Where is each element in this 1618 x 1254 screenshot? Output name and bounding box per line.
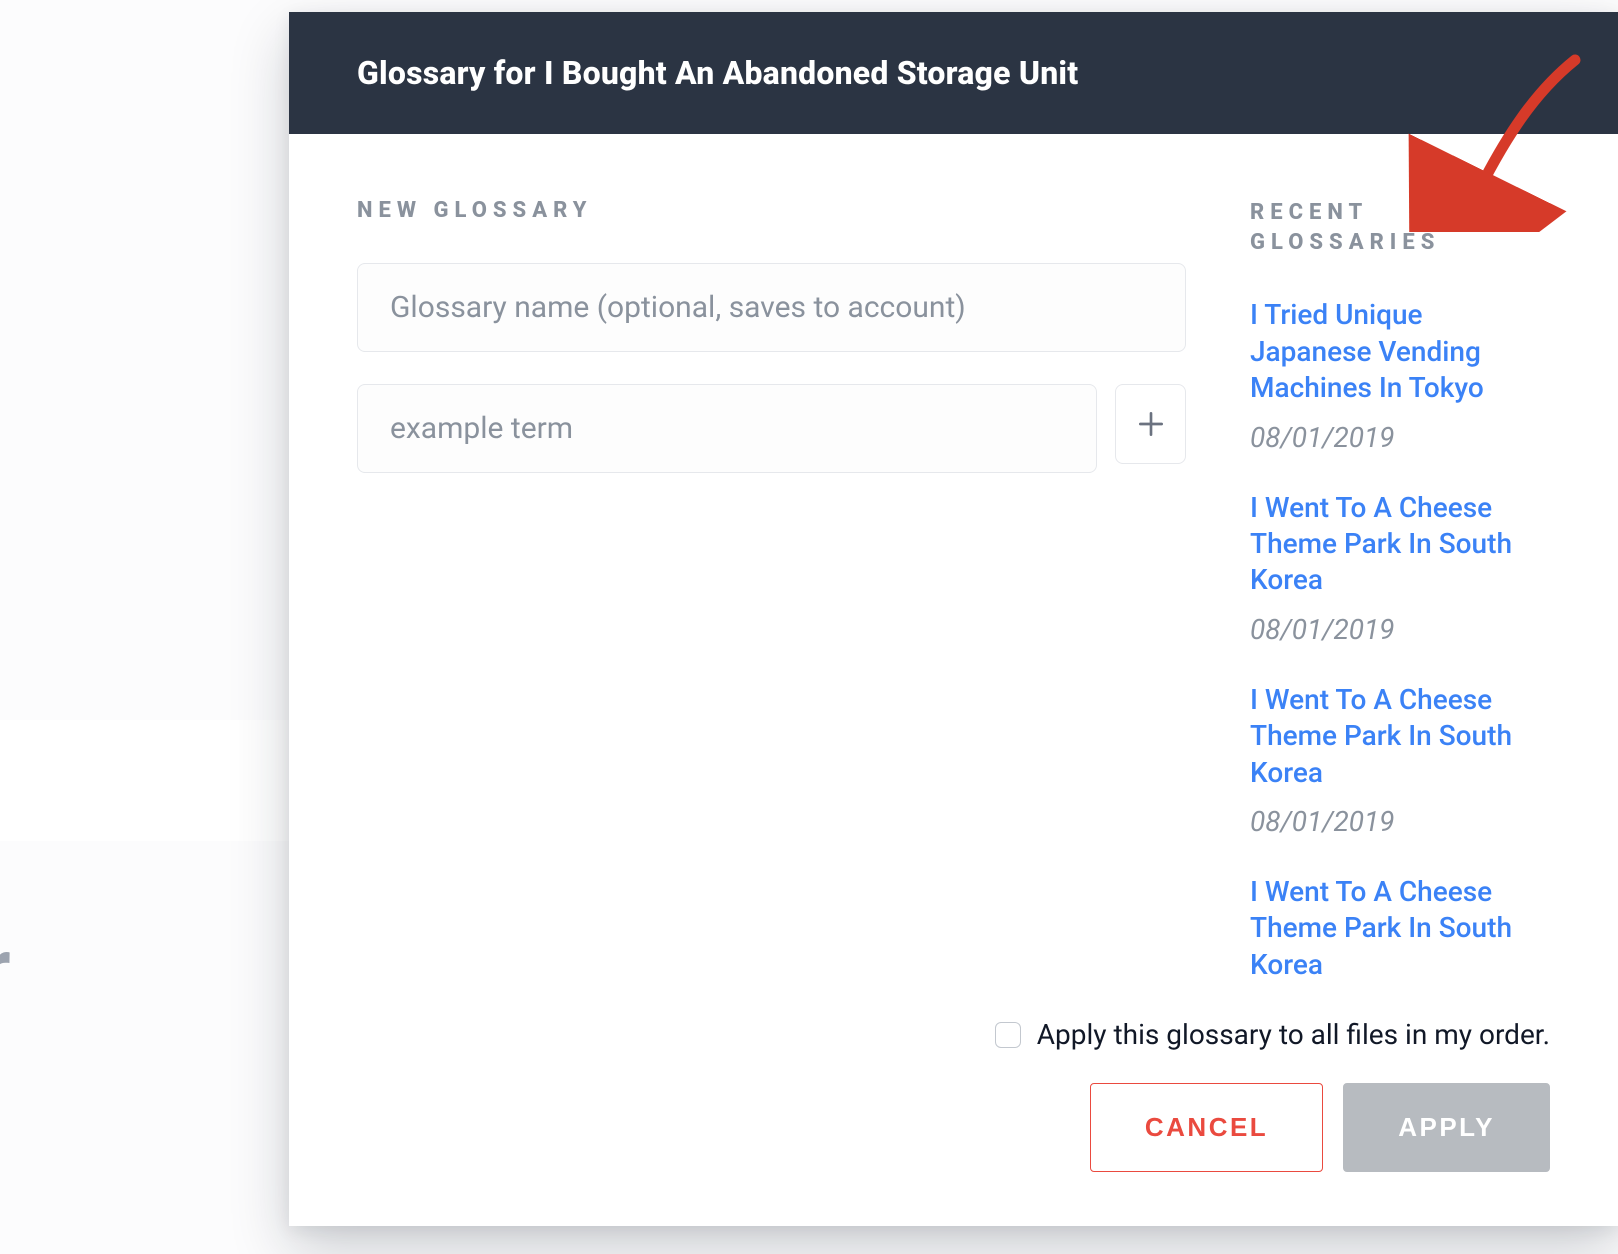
add-term-button[interactable] bbox=[1115, 384, 1186, 464]
apply-all-checkbox[interactable] bbox=[995, 1022, 1021, 1048]
modal-title: Glossary for I Bought An Abandoned Stora… bbox=[357, 54, 1550, 92]
recent-glossary-link[interactable]: I Went To A Cheese Theme Park In South K… bbox=[1250, 682, 1550, 791]
glossary-name-input[interactable] bbox=[357, 263, 1186, 352]
recent-glossary-link[interactable]: I Went To A Cheese Theme Park In South K… bbox=[1250, 490, 1550, 599]
modal-footer: Apply this glossary to all files in my o… bbox=[289, 978, 1618, 1226]
recent-glossary-date: 08/01/2019 bbox=[1250, 805, 1550, 838]
cancel-button[interactable]: CANCEL bbox=[1090, 1083, 1323, 1172]
recent-glossary-item[interactable]: I Tried Unique Japanese Vending Machines… bbox=[1250, 297, 1550, 453]
apply-all-checkbox-label: Apply this glossary to all files in my o… bbox=[1037, 1018, 1550, 1051]
recent-glossary-date: 08/01/2019 bbox=[1250, 421, 1550, 454]
recent-glossaries-panel: RECENT GLOSSARIES I Tried Unique Japanes… bbox=[1250, 198, 1550, 978]
new-glossary-section-label: NEW GLOSSARY bbox=[357, 198, 1186, 223]
new-glossary-panel: NEW GLOSSARY bbox=[357, 198, 1186, 978]
modal-header: Glossary for I Bought An Abandoned Stora… bbox=[289, 12, 1618, 134]
plus-icon bbox=[1135, 408, 1167, 440]
glossary-modal: Glossary for I Bought An Abandoned Stora… bbox=[289, 12, 1618, 1226]
recent-glossary-link[interactable]: I Tried Unique Japanese Vending Machines… bbox=[1250, 297, 1550, 406]
recent-glossary-item[interactable]: I Went To A Cheese Theme Park In South K… bbox=[1250, 682, 1550, 838]
apply-button[interactable]: APPLY bbox=[1343, 1083, 1550, 1172]
recent-glossary-item[interactable]: I Went To A Cheese Theme Park In South K… bbox=[1250, 490, 1550, 646]
recent-glossary-item[interactable]: I Went To A Cheese Theme Park In South K… bbox=[1250, 874, 1550, 978]
recent-glossary-date: 08/01/2019 bbox=[1250, 613, 1550, 646]
recent-glossary-link[interactable]: I Went To A Cheese Theme Park In South K… bbox=[1250, 874, 1550, 978]
recent-glossaries-section-label: RECENT GLOSSARIES bbox=[1250, 198, 1550, 257]
glossary-term-input[interactable] bbox=[357, 384, 1097, 473]
